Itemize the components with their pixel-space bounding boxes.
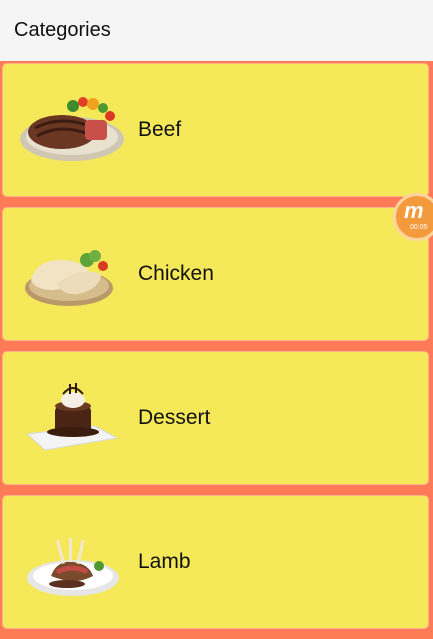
lamb-chops-plate-image [27, 538, 119, 596]
beef-steak-plate-image [20, 97, 124, 161]
category-label: Chicken [138, 262, 214, 285]
app-bar: Categories [0, 0, 433, 61]
recorder-logo-icon: m [404, 198, 424, 223]
recorder-time: 00:05 [410, 224, 428, 231]
chicken-legs-plate-image [25, 250, 113, 306]
category-card-beef[interactable]: Beef [2, 63, 429, 197]
category-card-chicken[interactable]: Chicken [2, 207, 429, 341]
category-card-dessert[interactable]: Dessert [2, 351, 429, 485]
category-card-lamb[interactable]: Lamb [2, 495, 429, 629]
category-list: Beef Chicken Dessert Lamb [0, 61, 433, 639]
category-label: Dessert [138, 406, 211, 429]
category-label: Beef [138, 118, 182, 141]
category-label: Lamb [138, 550, 191, 573]
chocolate-cake-plate-image [25, 383, 119, 451]
page-title: Categories [14, 19, 111, 41]
screen-recorder-button[interactable]: m 00:05 [393, 193, 433, 241]
